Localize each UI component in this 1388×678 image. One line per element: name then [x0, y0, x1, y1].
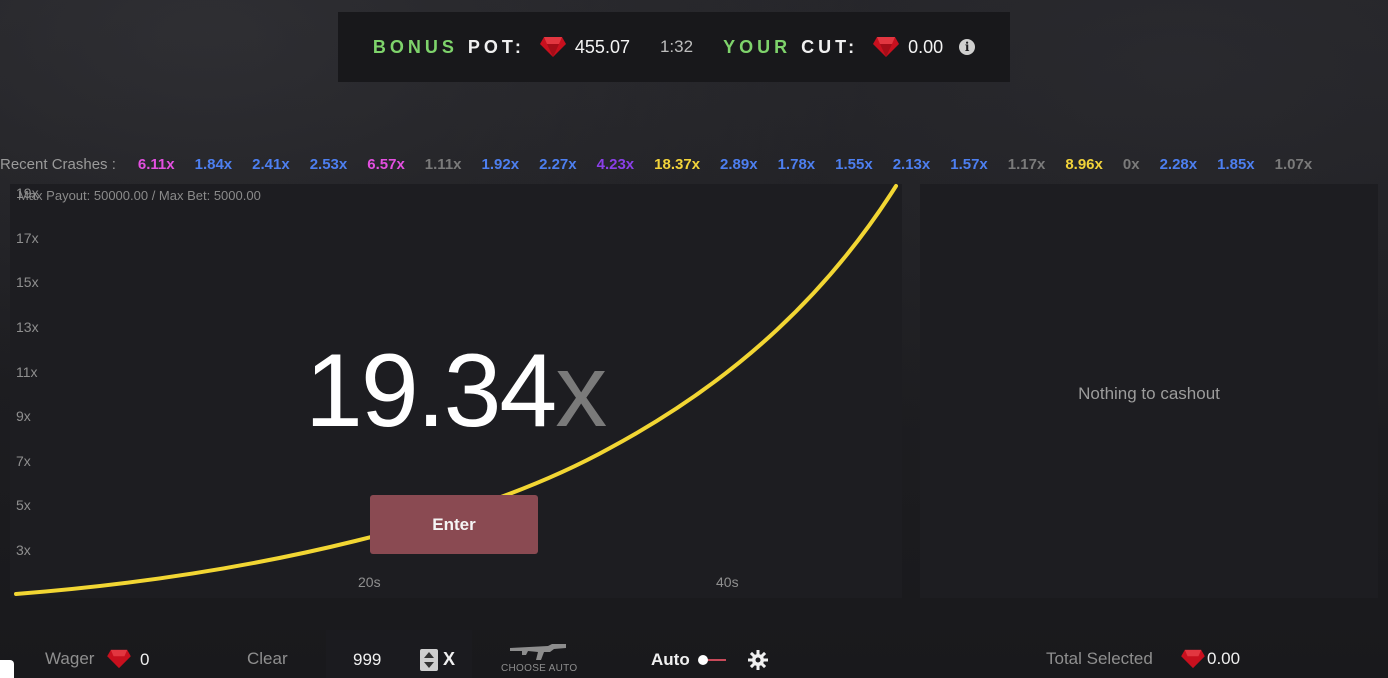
y-tick: 13x — [16, 319, 39, 335]
x-tick: 20s — [358, 574, 381, 590]
multiplier-suffix: x — [555, 333, 607, 449]
y-tick: 15x — [16, 274, 39, 290]
bet-count-input[interactable]: 999 — [353, 650, 381, 670]
max-payout-text: Max Payout: 50000.00 / Max Bet: 5000.00 — [18, 188, 261, 203]
gem-icon — [1181, 649, 1205, 669]
count-stepper-icon[interactable] — [420, 649, 438, 671]
y-tick: 17x — [16, 230, 39, 246]
auto-label: Auto — [651, 650, 690, 669]
cashout-panel: Nothing to cashout — [920, 184, 1378, 598]
y-tick: 3x — [16, 542, 31, 558]
wager-label: Wager — [45, 649, 95, 668]
clear-button[interactable]: Clear — [247, 649, 288, 669]
y-tick: 9x — [16, 408, 31, 424]
rifle-icon[interactable] — [508, 640, 568, 662]
wager-input[interactable]: 0 — [140, 650, 149, 670]
y-tick: 19x — [16, 185, 39, 201]
y-tick: 7x — [16, 453, 31, 469]
total-selected-label: Total Selected — [1046, 649, 1153, 668]
nothing-to-cashout-text: Nothing to cashout — [1078, 384, 1220, 403]
gear-icon[interactable] — [748, 650, 768, 670]
current-multiplier: 19.34x — [305, 332, 607, 451]
chat-tab-handle[interactable] — [0, 660, 14, 678]
auto-toggle[interactable] — [697, 654, 727, 666]
bet-controls-bar: Wager 0 Clear 999 X CHOOSE AUTO Auto Tot… — [0, 630, 1388, 678]
x-label: X — [443, 649, 456, 669]
total-selected-value: 0.00 — [1207, 649, 1241, 668]
gem-icon — [107, 649, 131, 669]
choose-auto-label[interactable]: CHOOSE AUTO — [501, 663, 577, 674]
enter-button[interactable]: Enter — [370, 495, 538, 554]
x-tick: 40s — [716, 574, 739, 590]
y-tick: 11x — [16, 364, 38, 380]
y-tick: 5x — [16, 497, 31, 513]
multiplier-value: 19.34 — [305, 333, 557, 449]
